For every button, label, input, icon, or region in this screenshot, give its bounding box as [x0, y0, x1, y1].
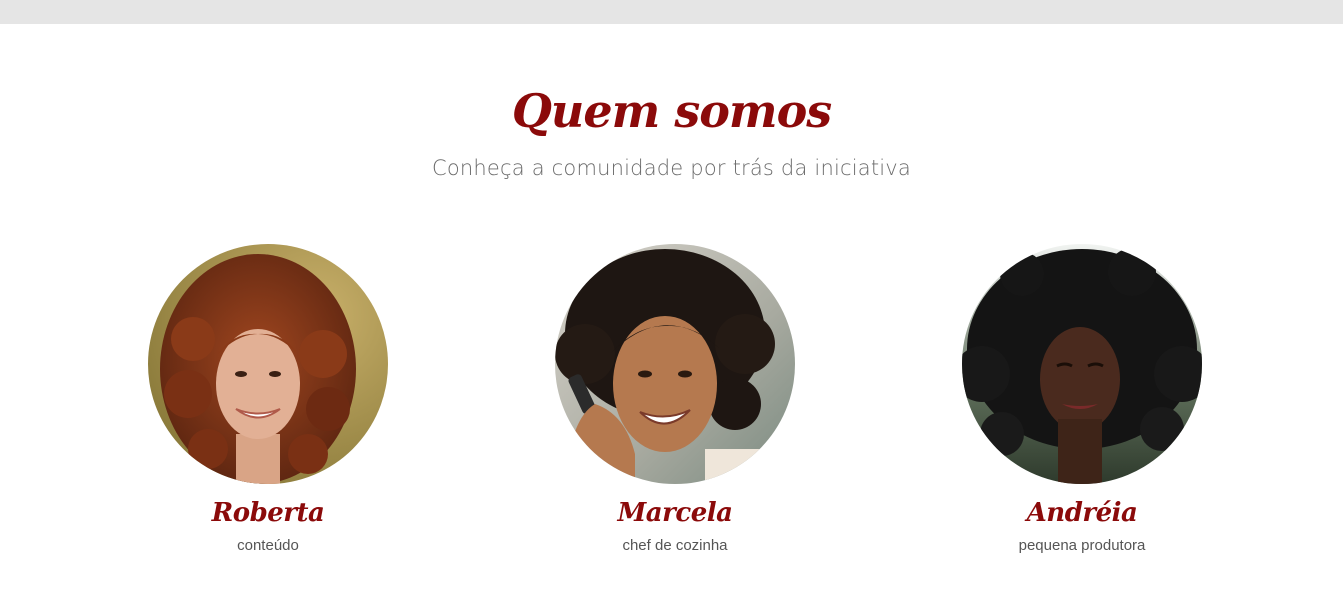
section-subtitle: Conheça a comunidade por trás da iniciat… — [431, 156, 912, 180]
member-role: pequena produtora — [1018, 537, 1146, 554]
member-card-andreia: Andréia pequena produtora — [952, 244, 1212, 556]
member-photo-roberta — [148, 244, 388, 484]
member-card-roberta: Roberta conteúdo — [138, 244, 398, 556]
member-name: Andréia — [1026, 498, 1138, 528]
section-title: Quem somos — [511, 84, 832, 138]
member-role: chef de cozinha — [622, 537, 728, 554]
member-name: Roberta — [211, 498, 325, 528]
top-bar — [0, 0, 1343, 24]
about-section: Quem somos Conheça a comunidade por trás… — [0, 24, 1343, 609]
member-role: conteúdo — [237, 537, 299, 554]
member-name: Marcela — [617, 498, 733, 528]
member-photo-marcela — [555, 244, 795, 484]
member-card-marcela: Marcela chef de cozinha — [545, 244, 805, 556]
member-photo-andreia — [962, 244, 1202, 484]
